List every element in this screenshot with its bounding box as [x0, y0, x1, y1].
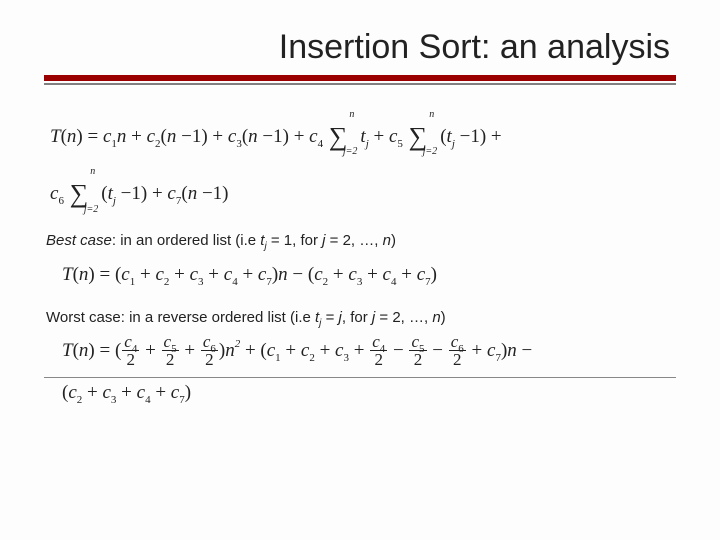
slide: Insertion Sort: an analysis T(n) = c1n +… — [0, 0, 720, 432]
worst-case-label: Worst case: — [46, 309, 125, 326]
rule-red — [44, 75, 676, 81]
slide-title: Insertion Sort: an analysis — [44, 28, 676, 67]
title-rule — [44, 75, 676, 85]
best-case-label: Best case — [46, 232, 112, 249]
equation-best-case: T(n) = (c1 + c2 + c3 + c4 + c7)n − (c2 +… — [62, 257, 676, 293]
divider-line — [44, 377, 676, 378]
best-case-line: Best case: in an ordered list (i.e tj = … — [46, 232, 676, 249]
equation-worst-case-line1: T(n) = (c42 + c52 + c62)n2 + (c1 + c2 + … — [62, 334, 676, 369]
equation-worst-case-line2: (c2 + c3 + c4 + c7) — [62, 382, 676, 404]
equation-T-general-line2: c6 ∑nj=2(tj −1) + c7(n −1) — [50, 166, 676, 215]
equation-T-general-line1: T(n) = c1n + c2(n −1) + c3(n −1) + c4 ∑n… — [50, 109, 676, 158]
rule-gray — [44, 83, 676, 85]
worst-case-line: Worst case: in a reverse ordered list (i… — [46, 309, 676, 326]
